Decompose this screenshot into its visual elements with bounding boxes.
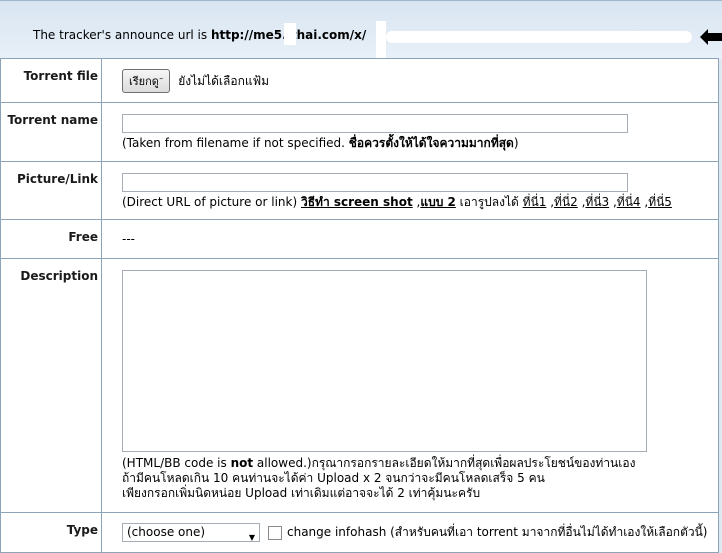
note-text: ถ้ามีคนโหลดเกิน 10 คนท่านจะได้ค่า Upload…: [122, 471, 545, 485]
type-select[interactable]: (choose one) ▼: [122, 523, 260, 542]
tracker-announce-prefix: The tracker's announce url is: [33, 28, 211, 42]
screenshot-howto-link[interactable]: วิธีทำ screen shot: [301, 195, 413, 209]
free-row: Free ---: [0, 219, 719, 259]
note-text: allowed.)กรุณากรอกรายละเอียดให้มากที่สุด…: [253, 456, 636, 470]
hint-text: ): [513, 136, 519, 150]
upload-link-2[interactable]: ที่นี่2: [554, 195, 578, 209]
torrent-name-input[interactable]: [122, 114, 628, 133]
cursor-icon: ˜: [158, 78, 164, 88]
note-text: (HTML/BB code is: [122, 456, 231, 470]
change-infohash-label: change infohash (สำหรับคนที่เอา torrent …: [287, 525, 708, 539]
type-row: Type (choose one) ▼ change infohash (สำหรั…: [0, 512, 719, 553]
free-label: Free: [0, 219, 102, 259]
link-text: แบบ 2: [420, 195, 456, 209]
hint-text: เอารูปลงได้: [455, 195, 523, 209]
note-bold-text: not: [230, 456, 254, 470]
tracker-announce-bar: The tracker's announce url is http://me5…: [0, 0, 722, 59]
upload-link-3[interactable]: ที่นี่3: [585, 195, 609, 209]
hint-bold-text: ชื่อควรตั้งให้ได้ใจความมากที่สุด: [348, 136, 514, 150]
type-select-value: (choose one): [127, 525, 206, 539]
description-textarea[interactable]: [122, 270, 647, 452]
torrent-file-label: Torrent file: [0, 58, 102, 103]
upload-link-1[interactable]: ที่นี่1: [523, 195, 547, 209]
browse-button-label: เรียกดู: [129, 75, 159, 88]
browse-button[interactable]: เรียกดู​˜: [122, 69, 171, 93]
type2-link[interactable]: แบบ 2: [420, 195, 456, 209]
description-row: Description (HTML/BB code is not allowed…: [0, 258, 719, 513]
free-value: ---: [122, 232, 135, 246]
description-label: Description: [0, 258, 102, 513]
picture-link-input[interactable]: [122, 173, 628, 192]
torrent-name-row: Torrent name (Taken from filename if not…: [0, 102, 719, 162]
tracker-announce-text: The tracker's announce url is http://me5…: [33, 28, 366, 42]
chevron-down-icon: ▼: [248, 533, 255, 542]
redaction-block: [376, 21, 386, 59]
torrent-file-row: Torrent file เรียกดู​˜ ยังไม่ได้เลือกแฟ้…: [0, 58, 719, 103]
upload-link-4[interactable]: ที่นี่4: [617, 195, 641, 209]
link-text: วิธีทำ screen shot: [300, 195, 413, 209]
picture-link-row: Picture/Link (Direct URL of picture or l…: [0, 161, 719, 220]
hint-text: (Taken from filename if not specified.: [122, 136, 349, 150]
redaction-block: [284, 23, 296, 45]
type-label: Type: [0, 512, 102, 553]
picture-link-label: Picture/Link: [0, 161, 102, 220]
arrow-left-icon: [700, 29, 722, 45]
torrent-name-hint: (Taken from filename if not specified. ช…: [122, 136, 718, 151]
note-text: เพียงกรอกเพิ่มนิดหน่อย Upload เท่าเดิมแต…: [122, 486, 481, 500]
picture-link-hint: (Direct URL of picture or link) วิธีทำ s…: [122, 195, 672, 209]
torrent-name-label: Torrent name: [0, 102, 102, 162]
file-status: ยังไม่ได้เลือกแฟ้ม: [178, 74, 269, 88]
change-infohash-checkbox[interactable]: [268, 525, 282, 540]
redaction-block: [386, 31, 692, 43]
upload-link-5[interactable]: ที่นี่5: [648, 195, 672, 209]
upload-form: Torrent file เรียกดู​˜ ยังไม่ได้เลือกแฟ้…: [0, 58, 719, 553]
description-note: (HTML/BB code is not allowed.)กรุณากรอกร…: [122, 456, 718, 501]
hint-text: (Direct URL of picture or link): [122, 195, 301, 209]
